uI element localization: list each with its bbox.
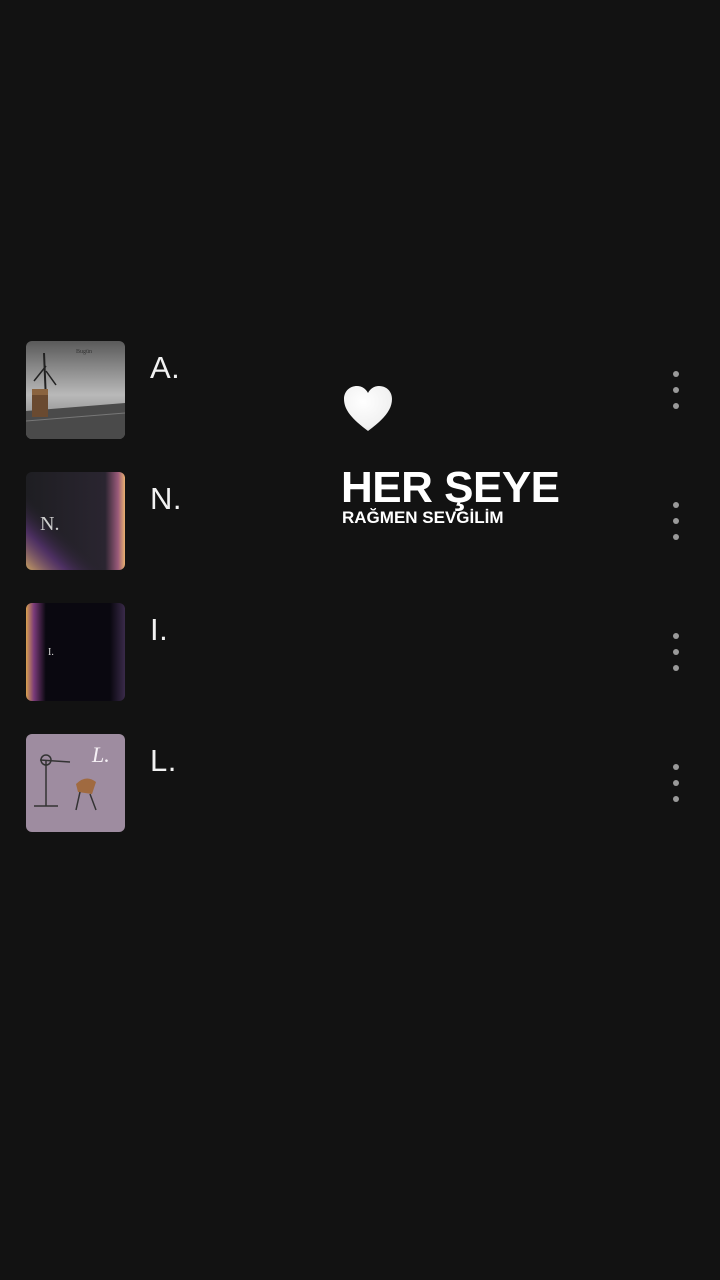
dot xyxy=(673,518,679,524)
dot xyxy=(673,796,679,802)
dot xyxy=(673,403,679,409)
dot xyxy=(673,780,679,786)
overlay-title: HER ŞEYE xyxy=(341,463,560,512)
more-options-icon[interactable] xyxy=(660,368,692,412)
track-row[interactable]: L. L. xyxy=(0,733,720,864)
overlay-subtitle: RAĞMEN SEVGİLİM xyxy=(342,508,504,527)
cover-a-text: Bugün xyxy=(76,349,92,355)
album-cover-a: Bugün xyxy=(26,341,125,439)
track-row[interactable]: I. I. xyxy=(0,602,720,733)
dot xyxy=(673,534,679,540)
dot xyxy=(673,764,679,770)
cover-n-text: N. xyxy=(40,513,59,535)
dot xyxy=(673,649,679,655)
cover-l-text: L. xyxy=(91,742,110,767)
track-title[interactable]: A. xyxy=(150,350,180,386)
white-heart-icon xyxy=(342,384,394,434)
track-title[interactable]: I. xyxy=(150,612,168,648)
more-options-icon[interactable] xyxy=(660,499,692,543)
more-options-icon[interactable] xyxy=(660,761,692,805)
album-cover-n: N. xyxy=(26,472,125,570)
album-cover-i: I. xyxy=(26,603,125,701)
dot xyxy=(673,371,679,377)
dot xyxy=(673,665,679,671)
album-cover-l: L. xyxy=(26,734,125,832)
track-title[interactable]: L. xyxy=(150,743,177,779)
cover-i-text: I. xyxy=(48,647,54,658)
dot xyxy=(673,633,679,639)
track-title[interactable]: N. xyxy=(150,481,182,517)
screen: Bugün A. N. N. I. I. L. L. HER ŞEYE RAĞM… xyxy=(0,0,720,1280)
dot xyxy=(673,387,679,393)
dot xyxy=(673,502,679,508)
more-options-icon[interactable] xyxy=(660,630,692,674)
